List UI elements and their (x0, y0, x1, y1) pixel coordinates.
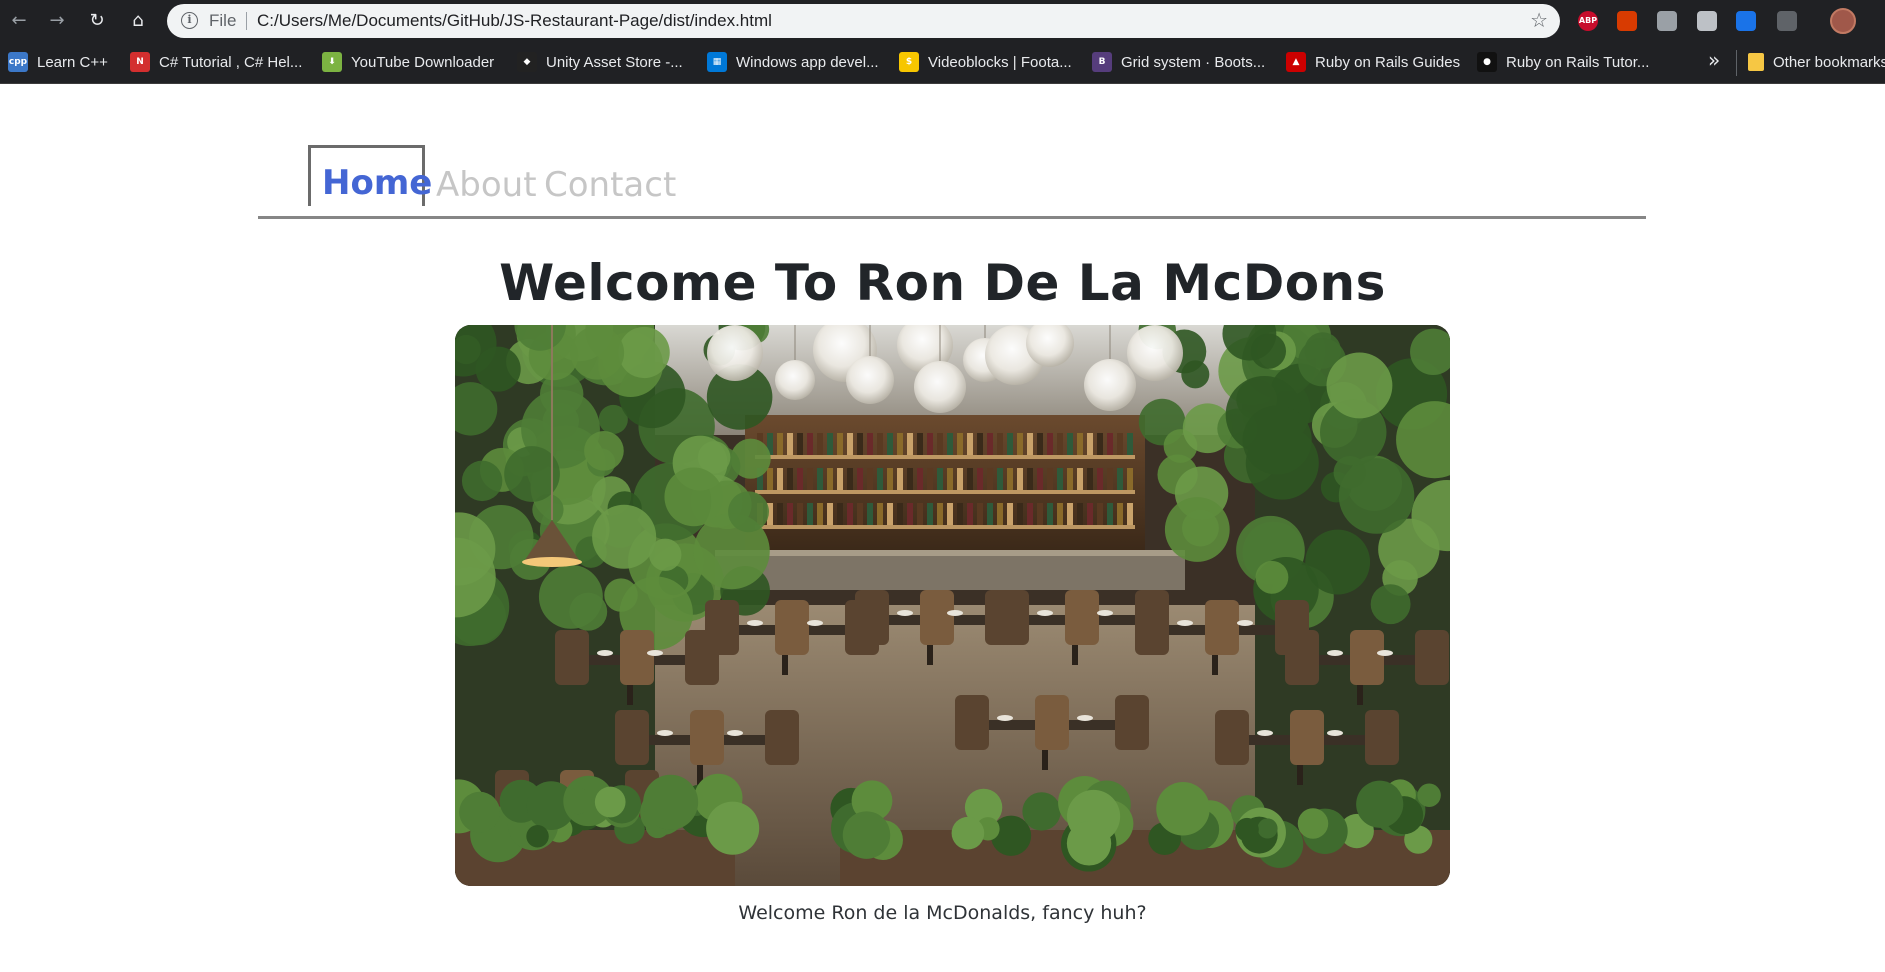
site-nav: Home About Contact (258, 85, 1646, 219)
bookmark-item[interactable]: ▲ Ruby on Rails Guides (1286, 42, 1460, 82)
restaurant-hero-image (455, 325, 1450, 886)
bookmarks-divider (1736, 50, 1737, 76)
page-title: Welcome To Ron De La McDons (499, 254, 1386, 312)
shield-icon[interactable] (1697, 11, 1717, 31)
folder-icon (1748, 53, 1764, 71)
bookmark-label: YouTube Downloader (351, 53, 495, 71)
bookmark-star-icon[interactable]: ☆ (1530, 8, 1548, 32)
bookmarks-bar: cpp Learn C++ N C# Tutorial , C# Hel... ⬇ You… (0, 42, 1885, 84)
download-icon: ⬇ (322, 52, 342, 72)
bookmark-item[interactable]: cpp Learn C++ (8, 42, 108, 82)
adblock-plus-icon[interactable]: ABP (1578, 11, 1598, 31)
bookmark-label: Windows app devel... (736, 53, 879, 71)
rails-tutorial-icon: ● (1477, 52, 1497, 72)
tab-home[interactable]: Home (308, 145, 432, 206)
bookmark-label: Unity Asset Store -... (546, 53, 683, 71)
bookmark-label: Ruby on Rails Guides (1315, 53, 1461, 71)
forward-arrow-icon[interactable]: → (46, 10, 68, 32)
back-arrow-icon[interactable]: ← (8, 10, 30, 32)
cpp-icon: cpp (8, 52, 28, 72)
windows-icon: ▦ (707, 52, 727, 72)
tab-about[interactable]: About (436, 165, 537, 205)
hero-caption: Welcome Ron de la McDonalds, fancy huh? (738, 902, 1147, 924)
csharp-tutorial-icon: N (130, 52, 150, 72)
info-icon[interactable]: i (181, 12, 198, 29)
bookmark-label: Ruby on Rails Tutor... (1506, 53, 1650, 71)
browser-toolbar: ← → ↻ ⌂ i File C:/Users/Me/Documents/Git… (0, 0, 1885, 42)
more-bookmarks-chevron-icon[interactable]: » (1708, 48, 1720, 72)
omnibox-divider (246, 12, 247, 30)
bookmark-item[interactable]: B Grid system · Boots... (1092, 42, 1265, 82)
extension-icon[interactable] (1657, 11, 1677, 31)
rails-icon: ▲ (1286, 52, 1306, 72)
bookmark-item[interactable]: ⬇ YouTube Downloader (322, 42, 494, 82)
bookmark-label: Videoblocks | Foota... (928, 53, 1072, 71)
bookmark-item[interactable]: $ Videoblocks | Foota... (899, 42, 1072, 82)
bookmark-item[interactable]: ● Ruby on Rails Tutor... (1477, 42, 1649, 82)
url-text[interactable]: C:/Users/Me/Documents/GitHub/JS-Restaura… (257, 11, 772, 31)
bookmark-label: C# Tutorial , C# Hel... (159, 53, 303, 71)
profile-avatar[interactable] (1830, 8, 1856, 34)
bootstrap-icon: B (1092, 52, 1112, 72)
videoblocks-icon: $ (899, 52, 919, 72)
scheme-label: File (209, 11, 237, 30)
c-extension-icon[interactable] (1736, 11, 1756, 31)
page-viewport: Home About Contact Welcome To Ron De La … (0, 85, 1885, 972)
bookmark-item[interactable]: N C# Tutorial , C# Hel... (130, 42, 302, 82)
bookmark-label: Learn C++ (37, 53, 108, 71)
bookmark-item[interactable]: ◆ Unity Asset Store -... (517, 42, 683, 82)
other-bookmarks[interactable]: Other bookmarks (1748, 42, 1885, 82)
reload-icon[interactable]: ↻ (86, 10, 108, 32)
restaurant-interior-illustration (455, 325, 1450, 886)
puzzle-icon[interactable] (1777, 11, 1797, 31)
address-bar[interactable]: i File C:/Users/Me/Documents/GitHub/JS-R… (167, 4, 1560, 38)
bookmark-label: Grid system · Boots... (1121, 53, 1266, 71)
other-bookmarks-label: Other bookmarks (1773, 53, 1885, 71)
bookmark-item[interactable]: ▦ Windows app devel... (707, 42, 879, 82)
tab-contact[interactable]: Contact (544, 165, 676, 205)
home-icon[interactable]: ⌂ (127, 10, 149, 32)
unity-icon: ◆ (517, 52, 537, 72)
office-icon[interactable] (1617, 11, 1637, 31)
